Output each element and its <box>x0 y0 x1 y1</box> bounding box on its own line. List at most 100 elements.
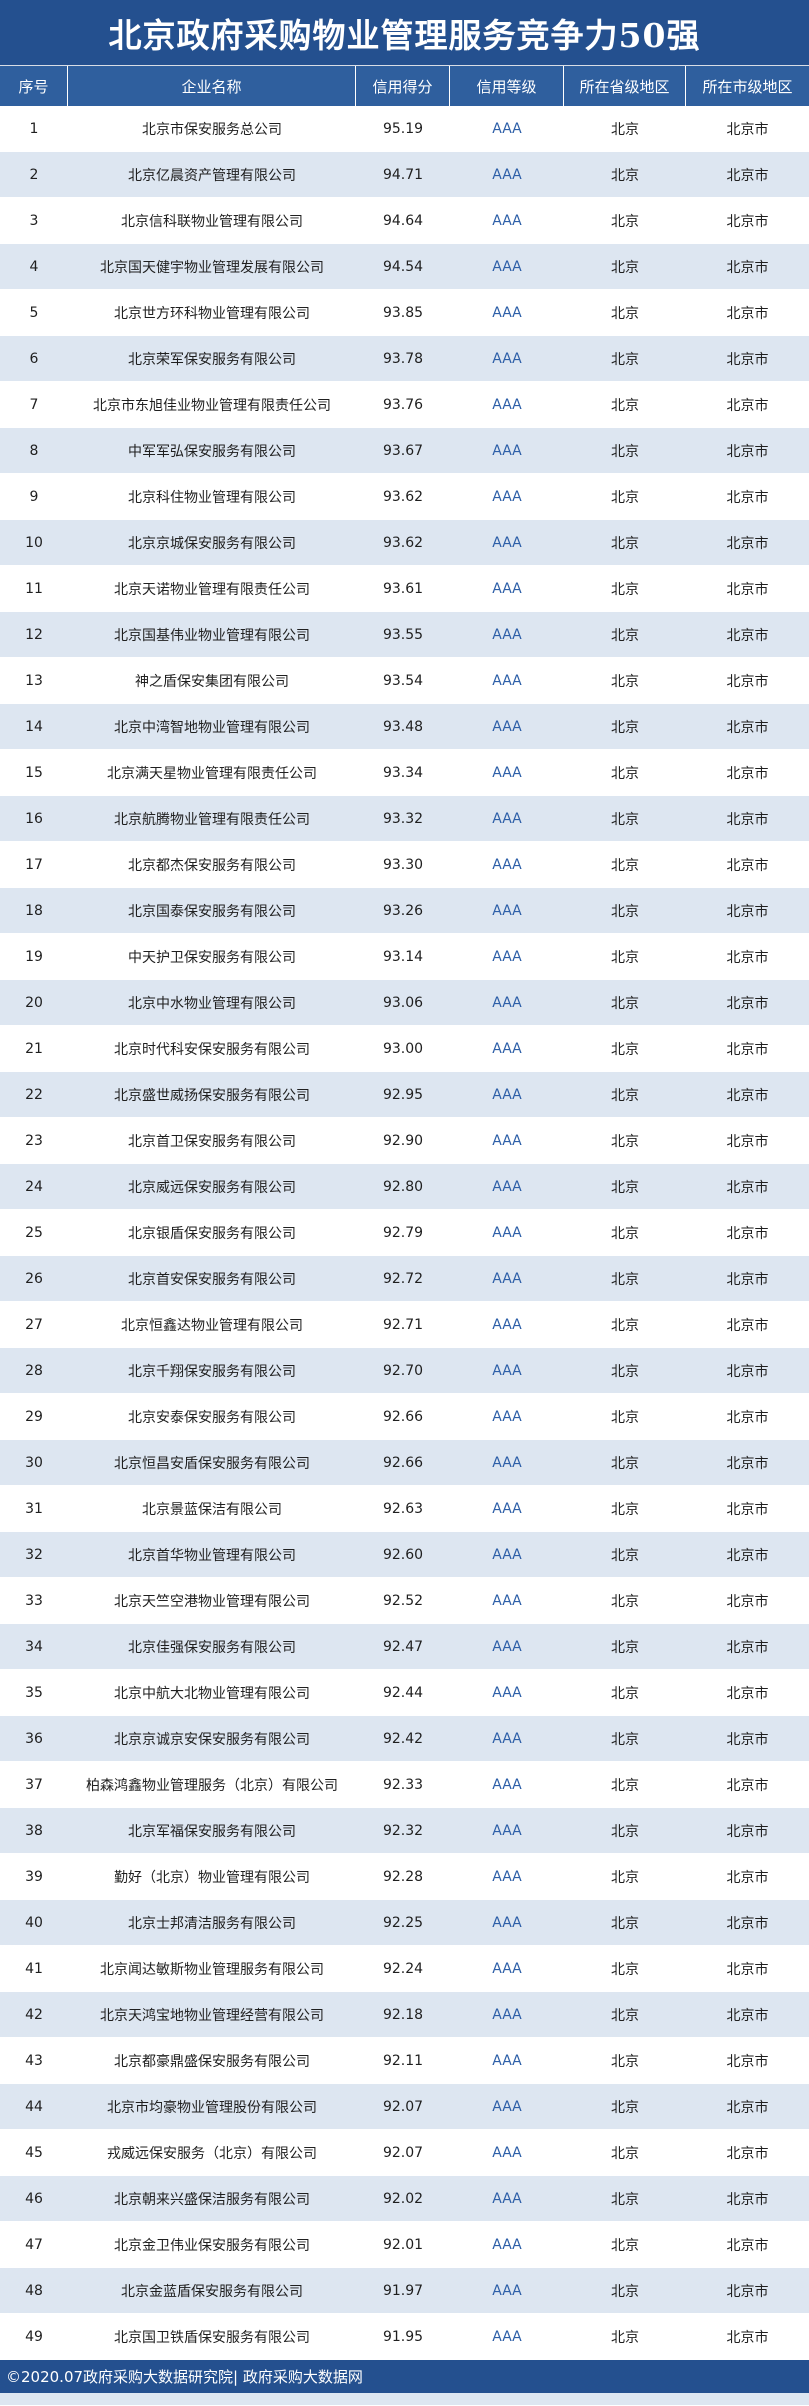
cell-city: 北京市 <box>686 1578 809 1624</box>
cell-rank: 1 <box>0 106 68 152</box>
table-header: 序号 企业名称 信用得分 信用等级 所在省级地区 所在市级地区 <box>0 66 809 106</box>
cell-city: 北京市 <box>686 520 809 566</box>
header-rank: 序号 <box>0 66 68 106</box>
cell-credit-grade: AAA <box>450 1440 564 1486</box>
table-row: 21 北京时代科安保安服务有限公司 93.00 AAA 北京 北京市 <box>0 1026 809 1072</box>
table-row: 4 北京国天健宇物业管理发展有限公司 94.54 AAA 北京 北京市 <box>0 244 809 290</box>
table-row: 29 北京安泰保安服务有限公司 92.66 AAA 北京 北京市 <box>0 1394 809 1440</box>
cell-company-name: 北京军福保安服务有限公司 <box>68 1808 356 1854</box>
header-credit-grade: 信用等级 <box>450 66 564 106</box>
cell-city: 北京市 <box>686 1900 809 1946</box>
cell-credit-grade: AAA <box>450 842 564 888</box>
cell-credit-score: 92.80 <box>356 1164 450 1210</box>
cell-rank: 33 <box>0 1578 68 1624</box>
cell-company-name: 北京首华物业管理有限公司 <box>68 1532 356 1578</box>
table-row: 47 北京金卫伟业保安服务有限公司 92.01 AAA 北京 北京市 <box>0 2222 809 2268</box>
cell-credit-grade: AAA <box>450 1946 564 1992</box>
table-row: 5 北京世方环科物业管理有限公司 93.85 AAA 北京 北京市 <box>0 290 809 336</box>
cell-city: 北京市 <box>686 796 809 842</box>
table-row: 31 北京景蓝保洁有限公司 92.63 AAA 北京 北京市 <box>0 1486 809 1532</box>
header-credit-score: 信用得分 <box>356 66 450 106</box>
cell-province: 北京 <box>564 2038 686 2084</box>
table-body: 1 北京市保安服务总公司 95.19 AAA 北京 北京市 2 北京亿晨资产管理有限公司 94.… <box>0 106 809 2406</box>
cell-company-name: 北京金蓝盾保安服务有限公司 <box>68 2268 356 2314</box>
cell-company-name: 北京闻达敏斯物业管理服务有限公司 <box>68 1946 356 1992</box>
cell-credit-score: 93.26 <box>356 888 450 934</box>
table-row: 17 北京都杰保安服务有限公司 93.30 AAA 北京 北京市 <box>0 842 809 888</box>
cell-province: 北京 <box>564 750 686 796</box>
cell-city: 北京市 <box>686 382 809 428</box>
cell-province: 北京 <box>564 1624 686 1670</box>
cell-company-name: 北京满天星物业管理有限责任公司 <box>68 750 356 796</box>
table-header-row: 序号 企业名称 信用得分 信用等级 所在省级地区 所在市级地区 <box>0 66 809 106</box>
cell-credit-score: 93.34 <box>356 750 450 796</box>
cell-credit-score: 92.32 <box>356 1808 450 1854</box>
cell-rank: 14 <box>0 704 68 750</box>
cell-credit-grade: AAA <box>450 474 564 520</box>
cell-rank: 38 <box>0 1808 68 1854</box>
cell-credit-score: 92.70 <box>356 1348 450 1394</box>
cell-company-name: 北京恒鑫达物业管理有限公司 <box>68 1302 356 1348</box>
cell-rank: 18 <box>0 888 68 934</box>
cell-province: 北京 <box>564 1394 686 1440</box>
cell-company-name: 北京航腾物业管理有限责任公司 <box>68 796 356 842</box>
table-row: 12 北京国基伟业物业管理有限公司 93.55 AAA 北京 北京市 <box>0 612 809 658</box>
cell-credit-grade: AAA <box>450 1394 564 1440</box>
cell-rank: 29 <box>0 1394 68 1440</box>
cell-rank: 25 <box>0 1210 68 1256</box>
cell-credit-grade: AAA <box>450 152 564 198</box>
cell-company-name: 北京世方环科物业管理有限公司 <box>68 290 356 336</box>
cell-company-name: 北京京诚京安保安服务有限公司 <box>68 1716 356 1762</box>
cell-province: 北京 <box>564 152 686 198</box>
cell-rank: 42 <box>0 1992 68 2038</box>
cell-credit-score: 93.78 <box>356 336 450 382</box>
table-row: 49 北京国卫铁盾保安服务有限公司 91.95 AAA 北京 北京市 <box>0 2314 809 2360</box>
table-row: 39 勤好（北京）物业管理有限公司 92.28 AAA 北京 北京市 <box>0 1854 809 1900</box>
cell-rank: 26 <box>0 1256 68 1302</box>
cell-company-name: 北京时代科安保安服务有限公司 <box>68 1026 356 1072</box>
cell-rank: 13 <box>0 658 68 704</box>
cell-company-name: 北京市均豪物业管理股份有限公司 <box>68 2084 356 2130</box>
cell-province: 北京 <box>564 244 686 290</box>
cell-rank: 49 <box>0 2314 68 2360</box>
cell-credit-score: 94.71 <box>356 152 450 198</box>
cell-company-name: 北京安泰保安服务有限公司 <box>68 1394 356 1440</box>
cell-city: 北京市 <box>686 750 809 796</box>
cell-rank: 30 <box>0 1440 68 1486</box>
table-row: 44 北京市均豪物业管理股份有限公司 92.07 AAA 北京 北京市 <box>0 2084 809 2130</box>
cell-rank: 5 <box>0 290 68 336</box>
cell-credit-grade: AAA <box>450 1118 564 1164</box>
cell-rank: 41 <box>0 1946 68 1992</box>
cell-credit-grade: AAA <box>450 1256 564 1302</box>
table-row: 13 神之盾保安集团有限公司 93.54 AAA 北京 北京市 <box>0 658 809 704</box>
cell-credit-score: 93.61 <box>356 566 450 612</box>
table-row: 36 北京京诚京安保安服务有限公司 92.42 AAA 北京 北京市 <box>0 1716 809 1762</box>
cell-credit-grade: AAA <box>450 2176 564 2222</box>
cell-credit-grade: AAA <box>450 1670 564 1716</box>
table-row: 28 北京千翔保安服务有限公司 92.70 AAA 北京 北京市 <box>0 1348 809 1394</box>
cell-rank: 11 <box>0 566 68 612</box>
cell-company-name: 北京亿晨资产管理有限公司 <box>68 152 356 198</box>
cell-city: 北京市 <box>686 842 809 888</box>
cell-credit-grade: AAA <box>450 1900 564 1946</box>
cell-province: 北京 <box>564 1026 686 1072</box>
cell-company-name: 北京金卫伟业保安服务有限公司 <box>68 2222 356 2268</box>
cell-city: 北京市 <box>686 1992 809 2038</box>
cell-credit-grade: AAA <box>450 1302 564 1348</box>
cell-credit-score: 93.32 <box>356 796 450 842</box>
cell-credit-grade: AAA <box>450 1210 564 1256</box>
cell-credit-score: 92.66 <box>356 1440 450 1486</box>
cell-credit-grade: AAA <box>450 2222 564 2268</box>
cell-rank: 6 <box>0 336 68 382</box>
cell-credit-score: 92.07 <box>356 2130 450 2176</box>
cell-city: 北京市 <box>686 2084 809 2130</box>
cell-rank: 3 <box>0 198 68 244</box>
cell-province: 北京 <box>564 428 686 474</box>
table-row: 43 北京都豪鼎盛保安服务有限公司 92.11 AAA 北京 北京市 <box>0 2038 809 2084</box>
table-row: 9 北京科住物业管理有限公司 93.62 AAA 北京 北京市 <box>0 474 809 520</box>
cell-credit-score: 92.52 <box>356 1578 450 1624</box>
cell-city: 北京市 <box>686 244 809 290</box>
cell-province: 北京 <box>564 1486 686 1532</box>
cell-credit-grade: AAA <box>450 1486 564 1532</box>
table-row: 14 北京中湾智地物业管理有限公司 93.48 AAA 北京 北京市 <box>0 704 809 750</box>
